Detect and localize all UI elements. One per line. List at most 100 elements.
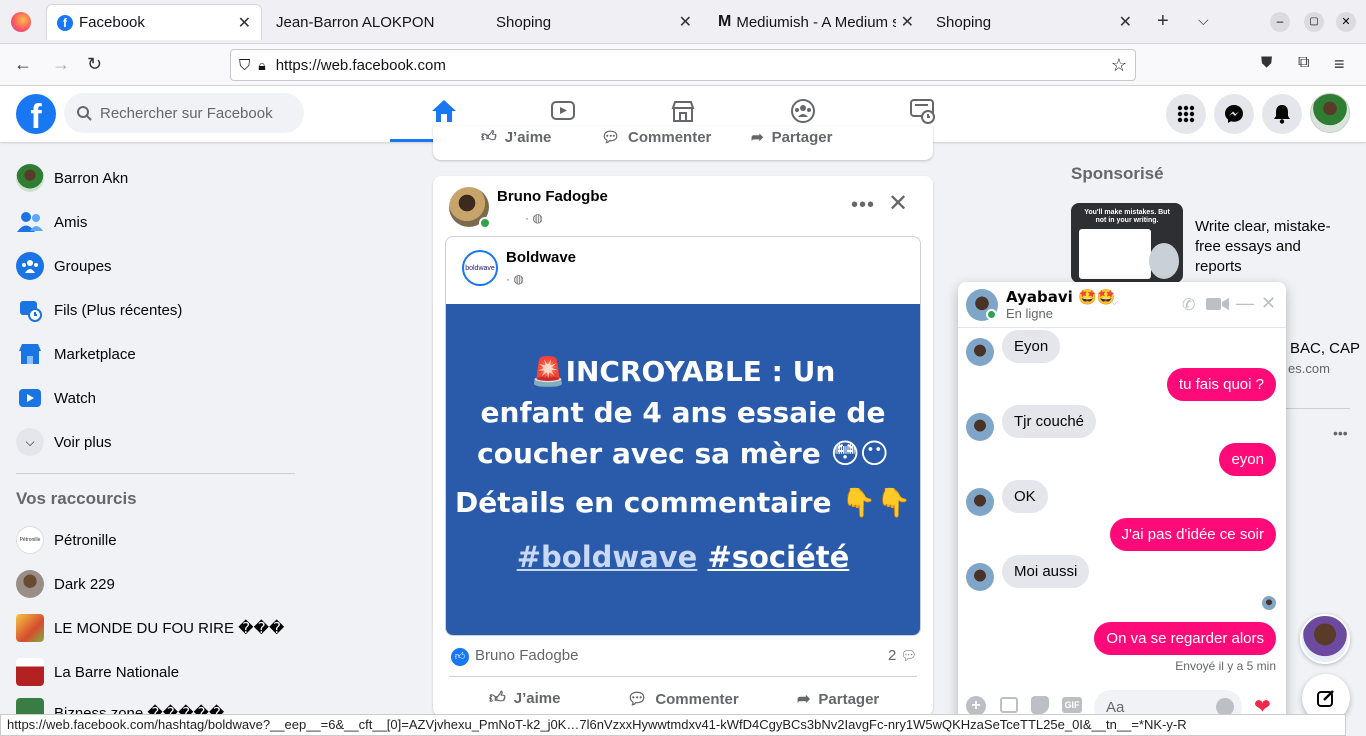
tab-jean-barron[interactable]: Jean-Barron ALOKPON: [266, 0, 476, 44]
ad2-domain[interactable]: es.com: [1288, 361, 1330, 376]
hashtag-link[interactable]: #boldwave: [517, 540, 698, 574]
comment-button[interactable]: 💬︎ Commenter: [627, 689, 739, 709]
message-outgoing[interactable]: eyon: [1219, 443, 1276, 476]
sidebar-item-marketplace[interactable]: Marketplace: [16, 336, 136, 372]
phone-icon[interactable]: ✆: [1182, 295, 1195, 315]
like-button[interactable]: 👍︎ J’aime: [489, 689, 560, 708]
contact-avatar[interactable]: [1300, 614, 1350, 664]
nav-watch-icon[interactable]: [543, 96, 583, 126]
sent-status: Envoyé il y a 5 min: [1175, 659, 1276, 673]
message-outgoing[interactable]: J'ai pas d'idée ce soir: [1109, 518, 1276, 551]
more-options-icon[interactable]: •••: [851, 194, 875, 217]
profile-avatar[interactable]: [1310, 93, 1350, 133]
url-bar[interactable]: ⛉ 🔒︎ https://web.facebook.com ☆: [230, 49, 1136, 81]
facebook-logo-icon[interactable]: f: [16, 94, 56, 134]
share-button[interactable]: ➦ Partager: [797, 689, 879, 709]
close-tab-icon[interactable]: ✕: [238, 13, 251, 33]
menu-grid-icon[interactable]: [1166, 94, 1206, 134]
chevron-down-icon[interactable]: ⌵: [1110, 294, 1119, 309]
comment-label: Commenter: [628, 128, 712, 146]
sidebar-item-feeds[interactable]: Fils (Plus récentes): [16, 292, 182, 328]
new-tab-icon[interactable]: +: [1157, 10, 1169, 33]
message-incoming[interactable]: Moi aussi: [1002, 555, 1090, 588]
shortcut-monde-fou-rire[interactable]: LE MONDE DU FOU RIRE ���: [16, 610, 284, 646]
close-tab-icon[interactable]: ✕: [901, 12, 914, 32]
like-reaction-icon: 👍︎: [451, 648, 469, 666]
close-chat-icon[interactable]: ✕: [1261, 293, 1276, 314]
action-divider: [449, 676, 917, 677]
close-window-icon[interactable]: ✕: [1336, 12, 1356, 32]
sidebar-item-label: Amis: [54, 213, 88, 231]
messenger-icon[interactable]: [1214, 94, 1254, 134]
sidebar-item-profile[interactable]: Barron Akn: [16, 160, 128, 196]
previous-post-card: 👍︎ J’aime 💬︎ Commenter ➦ Partager: [433, 126, 933, 160]
comment-button[interactable]: 💬︎ Commenter: [601, 128, 712, 147]
close-tab-icon[interactable]: ✕: [679, 12, 692, 32]
hide-post-close-icon[interactable]: ✕: [888, 192, 908, 216]
back-arrow-icon[interactable]: ←: [14, 54, 32, 75]
chat-contact-name[interactable]: Ayabavi 🤩🤩: [1006, 288, 1115, 306]
boldwave-logo[interactable]: boldwave: [462, 250, 498, 286]
message-outgoing[interactable]: On va se regarder alors: [1094, 622, 1276, 655]
sticker-icon[interactable]: [1031, 696, 1049, 714]
nav-home-icon[interactable]: [424, 96, 464, 126]
forward-arrow-icon[interactable]: →: [52, 54, 70, 75]
sidebar-item-see-more[interactable]: ⌵ Voir plus: [16, 424, 112, 460]
nav-feeds-icon[interactable]: [902, 96, 942, 126]
tab-shoping-2[interactable]: Shoping ✕: [926, 0, 1142, 44]
shortcut-dark-229[interactable]: Dark 229: [16, 566, 115, 602]
ad2-text[interactable]: BAC, CAP: [1290, 340, 1360, 357]
minimize-chat-icon[interactable]: —: [1236, 293, 1254, 314]
notifications-bell-icon[interactable]: [1262, 94, 1302, 134]
photo-icon[interactable]: [1000, 697, 1018, 713]
message-incoming[interactable]: OK: [1002, 480, 1048, 513]
sidebar-item-friends[interactable]: Amis: [16, 204, 87, 240]
message-incoming[interactable]: Eyon: [1002, 330, 1061, 363]
comment-count[interactable]: 2 💬︎: [888, 647, 917, 664]
hashtag-link[interactable]: #société: [707, 540, 849, 574]
globe-icon: · ◍: [525, 211, 543, 225]
comment-bubble-icon: 💬︎: [900, 648, 918, 663]
search-icon: [77, 106, 92, 121]
more-options-icon[interactable]: •••: [1333, 425, 1348, 441]
share-button[interactable]: ➦ Partager: [751, 128, 832, 147]
add-plus-icon[interactable]: +: [966, 696, 986, 716]
sidebar-item-groups[interactable]: Groupes: [16, 248, 112, 284]
message-incoming[interactable]: Tjr couché: [1002, 405, 1097, 438]
extensions-icon[interactable]: ⧉: [1298, 54, 1309, 72]
tab-shoping-1[interactable]: Shoping ✕: [486, 0, 702, 44]
shortcut-bizness-zone[interactable]: Bizness zone �����: [16, 698, 224, 714]
shortcut-petronille[interactable]: Pétronille Pétronille: [16, 522, 117, 558]
nav-marketplace-icon[interactable]: [663, 96, 703, 126]
shortcut-barre-nationale[interactable]: La Barre Nationale: [16, 654, 179, 690]
reload-icon[interactable]: ↻: [87, 54, 102, 75]
menu-hamburger-icon[interactable]: ≡: [1334, 54, 1345, 75]
tab-list-chevron-icon[interactable]: ⌵: [1198, 12, 1209, 29]
chat-header[interactable]: Ayabavi 🤩🤩 ⌵ En ligne ✆ — ✕: [958, 282, 1286, 328]
ad-text[interactable]: Write clear, mistake-free essays and rep…: [1195, 217, 1345, 277]
maximize-window-icon[interactable]: ▢: [1304, 12, 1324, 32]
sidebar-divider: [16, 473, 295, 474]
bookmark-star-icon[interactable]: ☆: [1111, 55, 1127, 76]
url-text[interactable]: https://web.facebook.com: [276, 57, 446, 74]
shared-post[interactable]: boldwave Boldwave · ◍ 🚨INCROYABLE : Un e…: [445, 236, 921, 636]
minimize-window-icon[interactable]: –: [1270, 12, 1290, 32]
gif-icon[interactable]: GIF: [1062, 697, 1082, 713]
nav-groups-icon[interactable]: [783, 96, 823, 126]
post-author[interactable]: Bruno Fadogbe: [497, 188, 608, 205]
message-outgoing[interactable]: tu fais quoi ?: [1166, 368, 1276, 401]
pocket-icon[interactable]: ⛊: [1261, 54, 1272, 71]
reaction-names[interactable]: Bruno Fadogbe: [475, 647, 578, 664]
tab-mediumish[interactable]: M Mediumish - A Medium s ✕: [708, 0, 924, 44]
tab-title: Mediumish - A Medium s: [736, 13, 897, 31]
video-camera-icon[interactable]: [1206, 297, 1230, 311]
sidebar-item-watch[interactable]: Watch: [16, 380, 96, 416]
firefox-logo-icon[interactable]: [11, 12, 31, 32]
post-image[interactable]: 🚨INCROYABLE : Un enfant de 4 ans essaie …: [446, 304, 920, 635]
search-box[interactable]: Rechercher sur Facebook: [64, 93, 304, 133]
tab-facebook[interactable]: f Facebook ✕: [46, 4, 262, 40]
close-tab-icon[interactable]: ✕: [1119, 12, 1132, 32]
like-button[interactable]: 👍︎ J’aime: [481, 128, 551, 146]
shared-page-name[interactable]: Boldwave: [506, 249, 576, 266]
ad-thumbnail[interactable]: You'll make mistakes. But not in your wr…: [1071, 203, 1183, 283]
